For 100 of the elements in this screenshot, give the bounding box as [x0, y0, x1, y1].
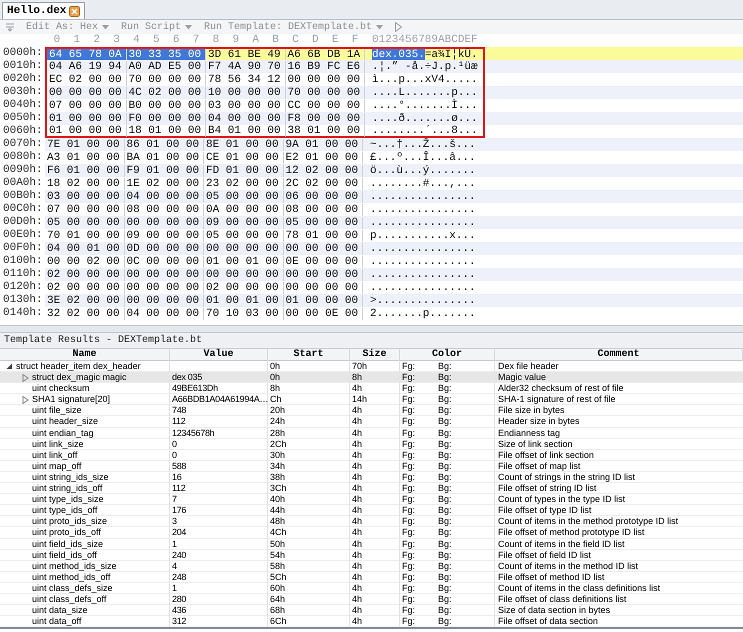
ascii-text[interactable]: p...........x...	[370, 230, 476, 242]
panel-title: Template Results - DEXTemplate.bt	[0, 333, 743, 348]
ascii-text[interactable]: ........´...8...	[372, 124, 478, 136]
hex-bytes[interactable]: 64 65 78 0A	[47, 48, 126, 60]
hex-bytes[interactable]: 04 00 00 00	[124, 308, 204, 320]
table-row[interactable]: uint class_defs_off 280 64h 4h Fg: Bg: File offset of class definitions list	[0, 594, 743, 606]
collapsed-icon[interactable]	[22, 396, 29, 404]
ascii-text[interactable]: ........#...,...	[370, 178, 476, 190]
table-row[interactable]: uint data_off 312 6Ch 4h Fg: Bg: File offset of data section	[0, 616, 743, 628]
table-row[interactable]: uint map_off 588 34h 4h Fg: Bg: File offset of map list	[0, 460, 743, 472]
hex-bytes[interactable]: 32 02 00 00	[45, 308, 124, 320]
ascii-text[interactable]: 2.......p.......	[370, 308, 476, 320]
ascii-text[interactable]: >...............	[370, 294, 476, 306]
comment-cell-text: File offset of string ID list	[497, 483, 598, 494]
field-name: uint type_ids_off	[32, 505, 98, 516]
bg-label: Bg:	[438, 550, 452, 561]
fg-label: Fg:	[402, 516, 416, 528]
ascii-text[interactable]: ................	[370, 190, 476, 202]
table-row[interactable]: uint endian_tag 12345678h 28h 4h Fg: Bg: Endianness tag	[0, 428, 743, 439]
table-row[interactable]: uint link_size 0 2Ch 4h Fg: Bg: Size of link section	[0, 438, 743, 450]
fg-label: Fg:	[402, 405, 416, 416]
hex-bytes[interactable]: B4 01 00 00	[206, 124, 286, 136]
collapsed-icon[interactable]	[22, 374, 29, 382]
field-name: SHA1 signature[20]	[32, 394, 110, 406]
table-row[interactable]: uint proto_ids_size 3 48h 4h Fg: Bg: Count of items in the method prototype ID list	[0, 516, 743, 528]
field-name: uint map_off	[32, 460, 82, 472]
ascii-text[interactable]: ................	[370, 216, 476, 228]
ascii-text[interactable]: =a¾I¦kÛ.	[424, 48, 478, 60]
table-row[interactable]: uint string_ids_off 112 3Ch 4h Fg: Bg: File offset of string ID list	[0, 483, 743, 494]
ascii-text[interactable]: ~...†...Ž...š...	[370, 138, 476, 150]
start-cell: 6Ch	[268, 616, 350, 628]
hex-bytes[interactable]: 38 01 00 00	[286, 124, 365, 136]
ascii-text[interactable]: ì...p...xV4.....	[372, 74, 478, 86]
ascii-text[interactable]: ....°.......Ì...	[372, 100, 478, 112]
field-name: uint method_ids_size	[32, 560, 117, 572]
ascii-text[interactable]: ....ð.......ø...	[372, 112, 478, 124]
field-name: struct header_item dex_header	[16, 361, 141, 372]
ascii-text[interactable]: ....L.......p...	[372, 86, 478, 98]
ascii-text[interactable]: ................	[370, 268, 476, 280]
table-row[interactable]: uint type_ids_size 7 40h 4h Fg: Bg: Count of types in the type ID list	[0, 494, 743, 506]
field-name: uint proto_ids_size	[32, 516, 108, 528]
comment-cell-text: Size of link section	[497, 438, 574, 450]
fg-label: Fg:	[402, 494, 416, 506]
table-row[interactable]: uint checksum 49BE613Dh 8h 4h Fg: Bg: Alder32 checksum of rest of file	[0, 383, 743, 394]
caret-icon	[376, 24, 384, 30]
table-row[interactable]: uint link_off 0 30h 4h Fg: Bg: File offset of link section	[0, 450, 743, 461]
hex-bytes[interactable]: 18 01 00 00	[126, 124, 206, 136]
hex-bytes[interactable]: 00 00 0E 00	[284, 308, 363, 320]
column-header: C	[291, 33, 300, 48]
ascii-text[interactable]: ö...ù...ý.......	[370, 164, 476, 176]
ascii-text[interactable]: .¦.” -å.÷J.p.¹üæ	[372, 60, 478, 72]
bg-label: Bg:	[438, 516, 452, 528]
ascii-text[interactable]: ................	[370, 256, 476, 268]
field-value: 280	[172, 594, 186, 604]
bg-label: Bg:	[438, 405, 452, 416]
table-row[interactable]: uint method_ids_off 248 5Ch 4h Fg: Bg: File offset of method ID list	[0, 572, 743, 583]
field-name: uint class_defs_off	[32, 594, 106, 605]
comment-cell-text: File offset of field ID list	[497, 550, 592, 561]
expanded-icon[interactable]	[6, 363, 13, 370]
close-icon	[69, 6, 80, 16]
ascii-text[interactable]: dex.035.	[372, 48, 425, 60]
fg-label: Fg:	[402, 594, 416, 605]
field-value: 204	[172, 527, 186, 538]
hex-bytes[interactable]: 01 00 00 00	[47, 124, 126, 136]
column-header: 1	[72, 33, 82, 48]
table-row[interactable]: uint string_ids_size 16 38h 4h Fg: Bg: Count of strings in the string ID list	[0, 472, 743, 484]
field-name: uint string_ids_size	[32, 472, 109, 483]
table-row[interactable]: uint header_size 112 24h 4h Fg: Bg: Header size in bytes	[0, 416, 743, 428]
file-tab[interactable]: Hello.dex	[2, 2, 86, 19]
field-value: 240	[172, 550, 186, 560]
table-row[interactable]: struct header_item dex_header 0h 70h Fg: Bg: Dex file header	[0, 361, 743, 372]
ascii-text[interactable]: ................	[370, 204, 476, 216]
table-row[interactable]: struct dex_magic magic dex 035 0h 8h Fg: Bg: Magic value	[0, 372, 743, 384]
field-value: 3	[172, 516, 177, 526]
ascii-text[interactable]: ................	[370, 242, 476, 254]
hex-bytes[interactable]: 70 10 03 00	[204, 308, 284, 320]
table-row[interactable]: uint file_size 748 20h 4h Fg: Bg: File size in bytes	[0, 405, 743, 416]
comment-cell-text: SHA-1 signature of rest of file	[497, 394, 617, 406]
column-header: 8	[212, 33, 220, 48]
ascii-text[interactable]: ................	[370, 282, 476, 294]
comment-cell-text: Count of strings in the string ID list	[497, 472, 636, 483]
fg-label: Fg:	[402, 616, 416, 628]
column-header: 6	[172, 33, 180, 48]
comment-cell-text: File offset of link section	[497, 450, 595, 461]
field-name: uint checksum	[32, 383, 90, 394]
fg-label: Fg:	[402, 394, 416, 406]
table-row[interactable]: uint type_ids_off 176 44h 4h Fg: Bg: File offset of type ID list	[0, 505, 743, 516]
table-row[interactable]: uint class_defs_size 1 60h 4h Fg: Bg: Count of items in the class definitions list	[0, 582, 743, 594]
comment-cell-text: Dex file header	[497, 361, 560, 372]
table-row[interactable]: uint field_ids_off 240 54h 4h Fg: Bg: File offset of field ID list	[0, 550, 743, 561]
table-row[interactable]: uint method_ids_size 4 58h 4h Fg: Bg: Count of items in the method ID list	[0, 560, 743, 572]
table-row[interactable]: uint proto_ids_off 204 4Ch 4h Fg: Bg: File offset of method prototype ID list	[0, 527, 743, 538]
ascii-text[interactable]: £...º...Î...â...	[370, 152, 476, 164]
fg-label: Fg:	[402, 605, 416, 616]
hex-bytes[interactable]: 30 33 35 00	[126, 48, 206, 60]
field-value: 112	[172, 416, 186, 426]
table-row[interactable]: uint data_size 436 68h 4h Fg: Bg: Size of data section in bytes	[0, 605, 743, 616]
table-row[interactable]: SHA1 signature[20] A66BDB1A04A61994A… Ch 14h Fg: Bg: SHA-1 signature of rest of file	[0, 394, 743, 406]
table-row[interactable]: uint field_ids_size 1 50h 4h Fg: Bg: Count of items in the field ID list	[0, 538, 743, 550]
field-name: uint endian_tag	[32, 428, 94, 439]
